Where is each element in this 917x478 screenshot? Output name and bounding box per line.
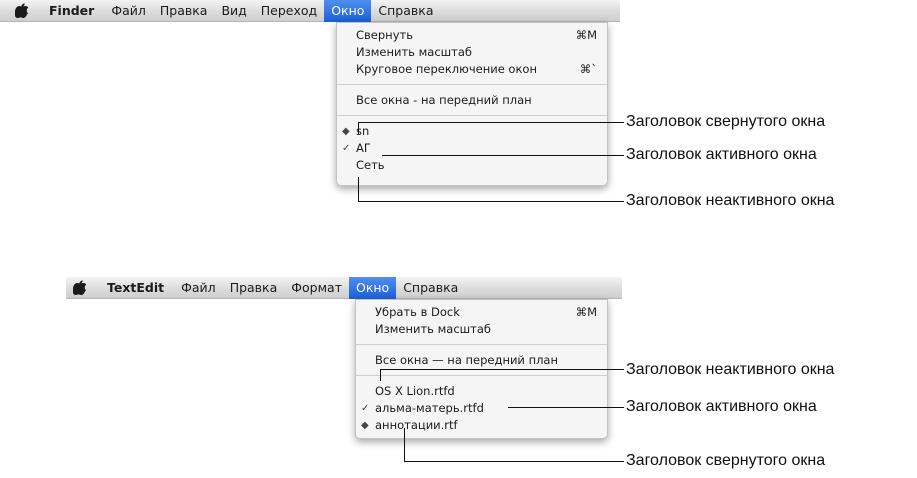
- callout-line: [358, 177, 359, 202]
- menu-textedit[interactable]: TextEdit: [100, 277, 174, 299]
- callout-line: [380, 369, 624, 370]
- callout-inactive-title: Заголовок неактивного окна: [626, 192, 835, 209]
- callout-line: [358, 201, 624, 202]
- callout-active-title: Заголовок активного окна: [626, 146, 817, 163]
- menu-item-window-os-x-lion[interactable]: OS X Lion.rtfd: [356, 383, 607, 400]
- shortcut-label: ⌘M: [575, 305, 597, 319]
- apple-icon[interactable]: [12, 2, 30, 20]
- menu-separator: [337, 84, 607, 85]
- menu-help[interactable]: Справка: [371, 0, 440, 22]
- menu-window[interactable]: Окно: [348, 276, 397, 299]
- menu-item-label: Все окна - на передний план: [356, 93, 532, 107]
- menu-finder[interactable]: Finder: [42, 0, 104, 22]
- callout-line: [404, 461, 624, 462]
- menu-item-label: альма-матерь.rtfd: [375, 401, 484, 415]
- menu-item-minimize[interactable]: Убрать в Dock ⌘M: [356, 304, 607, 321]
- menu-edit[interactable]: Правка: [223, 277, 285, 299]
- callout-line: [358, 122, 624, 123]
- menu-item-label: Изменить масштаб: [356, 45, 472, 59]
- menu-item-zoom[interactable]: Изменить масштаб: [356, 321, 607, 338]
- menu-view[interactable]: Вид: [214, 0, 253, 22]
- callout-line: [382, 155, 624, 156]
- callout-line: [404, 428, 405, 461]
- menu-item-label: Сеть: [356, 158, 385, 172]
- menu-edit[interactable]: Правка: [153, 0, 215, 22]
- menu-item-label: Круговое переключение окон: [356, 62, 537, 76]
- menu-item-cycle-windows[interactable]: Круговое переключение окон ⌘`: [337, 61, 607, 78]
- menu-item-label: аннотации.rtf: [375, 418, 458, 432]
- window-menu-finder: Свернуть ⌘M Изменить масштаб Круговое пе…: [336, 22, 608, 186]
- menu-item-window-sn[interactable]: ◆ sn: [337, 123, 607, 140]
- menu-item-label: Свернуть: [356, 28, 413, 42]
- menu-help[interactable]: Справка: [396, 277, 465, 299]
- textedit-menubar: TextEdit Файл Правка Формат Окно Справка: [66, 276, 622, 299]
- callout-minimized-title: Заголовок свернутого окна: [626, 113, 826, 130]
- shortcut-label: ⌘M: [575, 28, 597, 42]
- apple-icon[interactable]: [70, 279, 88, 297]
- menu-item-bring-all-to-front[interactable]: Все окна - на передний план: [337, 92, 607, 109]
- menu-separator: [356, 344, 607, 345]
- callout-line: [380, 369, 381, 381]
- menu-item-label: Все окна — на передний план: [375, 353, 559, 367]
- callout-inactive-title: Заголовок неактивного окна: [626, 361, 835, 378]
- menu-item-label: АГ: [356, 141, 371, 155]
- menu-item-window-annotations[interactable]: ◆ аннотации.rtf: [356, 417, 607, 434]
- menu-window[interactable]: Окно: [324, 0, 372, 22]
- checkmark-icon: ✓: [361, 403, 370, 414]
- menu-item-label: Убрать в Dock: [375, 305, 460, 319]
- menu-separator: [356, 375, 607, 376]
- diamond-icon: ◆: [342, 126, 350, 137]
- callout-active-title: Заголовок активного окна: [626, 398, 817, 415]
- menu-item-label: Изменить масштаб: [375, 322, 491, 336]
- callout-minimized-title: Заголовок свернутого окна: [626, 452, 826, 469]
- diamond-icon: ◆: [361, 420, 369, 431]
- callout-line: [508, 407, 624, 408]
- menu-item-minimize[interactable]: Свернуть ⌘M: [337, 27, 607, 44]
- menu-format[interactable]: Формат: [284, 277, 349, 299]
- shortcut-label: ⌘`: [579, 62, 597, 76]
- menu-item-label: OS X Lion.rtfd: [375, 384, 455, 398]
- menu-item-zoom[interactable]: Изменить масштаб: [337, 44, 607, 61]
- finder-menubar: Finder Файл Правка Вид Переход Окно Спра…: [0, 0, 620, 22]
- menu-item-window-alma-mater[interactable]: ✓ альма-матерь.rtfd: [356, 400, 607, 417]
- callout-line: [358, 122, 359, 134]
- menu-go[interactable]: Переход: [254, 0, 324, 22]
- menu-file[interactable]: Файл: [104, 0, 153, 22]
- menu-file[interactable]: Файл: [174, 277, 223, 299]
- menu-item-bring-all-to-front[interactable]: Все окна — на передний план: [356, 352, 607, 369]
- checkmark-icon: ✓: [342, 143, 351, 154]
- menu-separator: [337, 115, 607, 116]
- menu-item-window-network[interactable]: Сеть: [337, 157, 607, 174]
